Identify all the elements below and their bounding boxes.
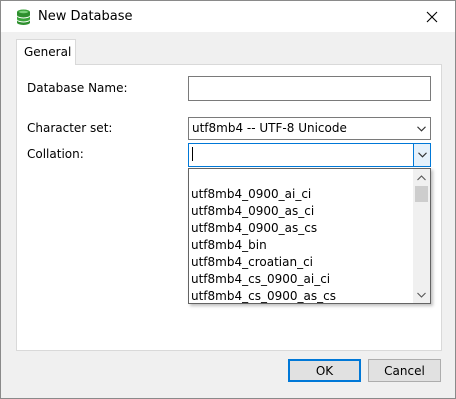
ok-button[interactable]: OK (288, 359, 361, 382)
database-name-label: Database Name: (27, 81, 128, 95)
collation-option[interactable]: utf8mb4_cs_0900_as_cs (191, 288, 336, 303)
collation-option[interactable]: utf8mb4_0900_as_cs (191, 220, 317, 237)
new-database-dialog: New Database General Database Name: Char… (0, 0, 456, 399)
character-set-value: utf8mb4 -- UTF-8 Unicode (192, 121, 347, 135)
character-set-label: Character set: (27, 121, 113, 135)
text-caret (192, 147, 193, 161)
chevron-down-icon (417, 125, 426, 132)
collation-dropdown-list[interactable]: utf8mb4_0900_ai_ci utf8mb4_0900_as_ci ut… (188, 168, 431, 304)
title-bar[interactable]: New Database (1, 1, 455, 32)
close-icon (426, 11, 438, 22)
character-set-select[interactable]: utf8mb4 -- UTF-8 Unicode (188, 117, 431, 140)
cancel-button[interactable]: Cancel (368, 359, 441, 382)
collation-label: Collation: (27, 147, 84, 161)
collation-option[interactable]: utf8mb4_bin (191, 237, 267, 254)
character-set-dropdown-button[interactable] (413, 118, 430, 139)
collation-select[interactable] (188, 143, 431, 167)
collation-options: utf8mb4_0900_ai_ci utf8mb4_0900_as_ci ut… (189, 169, 415, 303)
close-button[interactable] (409, 1, 455, 32)
scroll-up-button[interactable] (413, 169, 430, 186)
chevron-down-icon (417, 292, 426, 298)
collation-dropdown-button[interactable] (413, 144, 430, 166)
chevron-down-icon (417, 152, 427, 158)
collation-option[interactable]: utf8mb4_0900_as_ci (191, 203, 314, 220)
tab-general[interactable]: General (16, 39, 76, 65)
database-name-input[interactable] (188, 76, 431, 101)
collation-option[interactable]: utf8mb4_croatian_ci (191, 254, 313, 271)
tab-general-label: General (24, 45, 72, 59)
dropdown-scrollbar[interactable] (413, 169, 430, 303)
scroll-down-button[interactable] (413, 286, 430, 303)
window-title: New Database (38, 9, 133, 24)
collation-option[interactable]: utf8mb4_0900_ai_ci (191, 186, 311, 203)
database-icon (17, 9, 30, 25)
chevron-up-icon (417, 174, 426, 180)
collation-option[interactable]: utf8mb4_cs_0900_ai_ci (191, 271, 330, 288)
scrollbar-thumb[interactable] (415, 186, 428, 202)
